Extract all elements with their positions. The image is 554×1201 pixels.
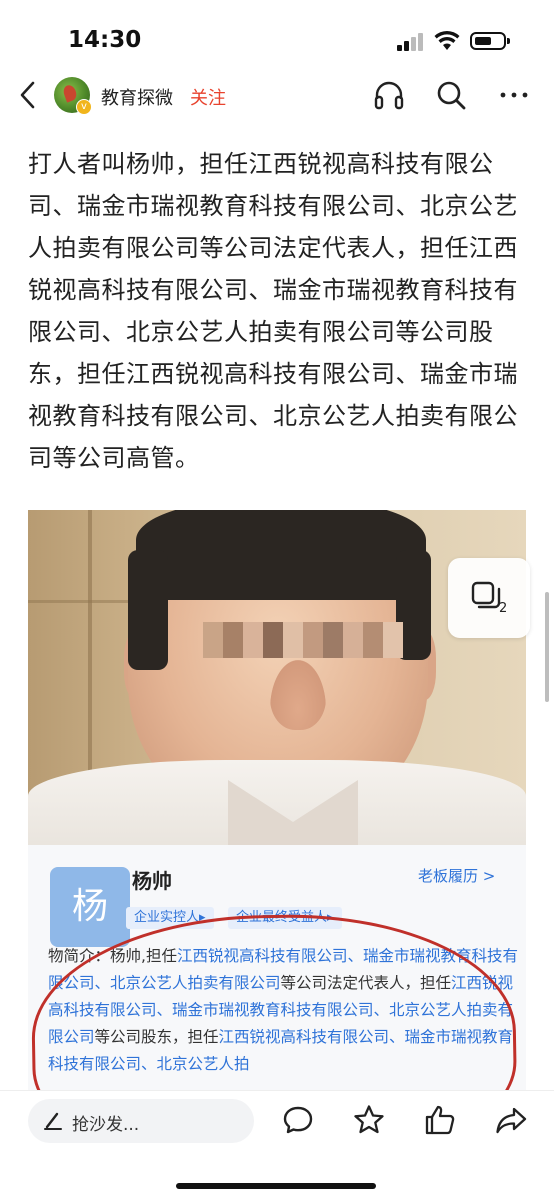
more-icon[interactable] — [497, 78, 531, 112]
search-icon[interactable] — [434, 78, 468, 112]
gallery-count: 2 — [499, 601, 508, 616]
article-paragraph: 打人者叫杨帅，担任江西锐视高科技有限公司、瑞金市瑞视教育科技有限公司、北京公艺人… — [28, 150, 518, 472]
scrollbar[interactable] — [545, 592, 549, 702]
headphones-icon[interactable] — [372, 78, 406, 112]
verified-badge-icon: v — [76, 99, 92, 115]
eye-mosaic — [203, 622, 403, 658]
comment-placeholder: 抢沙发... — [72, 1115, 140, 1135]
boss-history-link: 老板履历 > — [418, 867, 496, 885]
profile-name: 杨帅 — [132, 869, 172, 893]
cellular-signal-icon — [397, 33, 425, 51]
back-icon[interactable] — [16, 80, 40, 110]
comment-icon[interactable] — [281, 1103, 315, 1137]
status-bar: 14:30 — [0, 0, 554, 80]
article-nav-bar: v 教育探微 关注 — [0, 70, 554, 120]
like-icon[interactable] — [423, 1103, 457, 1137]
home-indicator[interactable] — [176, 1183, 376, 1189]
pen-icon — [44, 1112, 62, 1130]
author-name[interactable]: 教育探微 — [101, 84, 173, 110]
comment-input[interactable]: 抢沙发... — [28, 1099, 254, 1143]
share-icon[interactable] — [494, 1103, 528, 1137]
status-time: 14:30 — [68, 27, 142, 53]
profile-avatar: 杨 — [50, 867, 130, 947]
battery-icon — [470, 32, 510, 50]
gallery-button[interactable]: 2 — [448, 558, 530, 638]
follow-button[interactable]: 关注 — [190, 84, 226, 110]
star-icon[interactable] — [352, 1103, 386, 1137]
wifi-icon — [434, 30, 460, 50]
profile-card: 杨 杨帅 企业实控人▸ 企业最终受益人▸ 老板履历 > 物简介：杨帅,担任江西锐… — [28, 845, 526, 1100]
